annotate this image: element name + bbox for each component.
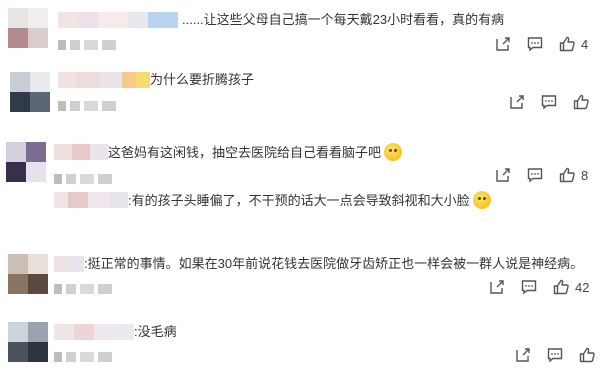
- emoji-icon: [472, 191, 491, 209]
- avatar[interactable]: [6, 142, 46, 182]
- comment-actions: 4: [494, 34, 588, 54]
- comment-item: 为什么要折腾孩子: [0, 62, 600, 122]
- like-count: 4: [581, 36, 589, 52]
- comment-meta-blurred: [58, 40, 118, 50]
- comment-actions: 42: [488, 277, 589, 297]
- username-blurred[interactable]: [54, 144, 108, 160]
- comment-meta-blurred: [58, 101, 118, 111]
- comment-text: :没毛病: [134, 324, 177, 339]
- comment-meta-blurred: [54, 284, 114, 294]
- comment-item: 这爸妈有这闲钱，抽空去医院给自己看看脑子吧 8 :有的孩子头睡偏了，不干预的话大…: [0, 134, 600, 234]
- reply-item: :有的孩子头睡偏了，不干预的话大一点会导致斜视和大小脸: [54, 190, 491, 218]
- username-blurred[interactable]: [58, 12, 178, 28]
- username-blurred[interactable]: [58, 72, 150, 88]
- comment-text: :挺正常的事情。如果在30年前说花钱去医院做牙齿矫正也一样会被一群人说是神经病。: [84, 256, 584, 271]
- like-icon[interactable]: [578, 346, 596, 364]
- comment-item: ......让这些父母自己搞一个每天戴23小时看看，真的有病 4: [0, 0, 600, 60]
- share-icon[interactable]: [494, 166, 512, 184]
- share-icon[interactable]: [514, 346, 532, 364]
- emoji-icon: [384, 143, 403, 161]
- share-icon[interactable]: [488, 278, 506, 296]
- comment-text: 这爸妈有这闲钱，抽空去医院给自己看看脑子吧: [108, 143, 403, 162]
- comment-icon[interactable]: [520, 278, 538, 296]
- comment-actions: [508, 92, 595, 112]
- comment-meta-blurred: [54, 352, 114, 362]
- like-icon[interactable]: [558, 35, 576, 53]
- comment-icon[interactable]: [546, 346, 564, 364]
- comment-icon[interactable]: [540, 93, 558, 111]
- comment-item: :挺正常的事情。如果在30年前说花钱去医院做牙齿矫正也一样会被一群人说是神经病。…: [0, 246, 600, 306]
- avatar[interactable]: [8, 322, 48, 362]
- avatar[interactable]: [10, 72, 50, 112]
- comment-text: 为什么要折腾孩子: [150, 72, 255, 87]
- reply-username-blurred[interactable]: [54, 192, 128, 208]
- comment-icon[interactable]: [526, 166, 544, 184]
- like-icon[interactable]: [558, 166, 576, 184]
- avatar[interactable]: [8, 8, 48, 48]
- like-count: 8: [581, 167, 589, 183]
- share-icon[interactable]: [508, 93, 526, 111]
- comment-text: ......让这些父母自己搞一个每天戴23小时看看，真的有病: [182, 12, 505, 27]
- like-count: 42: [575, 279, 590, 295]
- like-icon[interactable]: [572, 93, 590, 111]
- avatar[interactable]: [8, 254, 48, 294]
- comment-icon[interactable]: [526, 35, 544, 53]
- comment-meta-blurred: [54, 174, 114, 184]
- username-blurred[interactable]: [54, 256, 84, 272]
- like-icon[interactable]: [552, 278, 570, 296]
- comment-actions: [514, 345, 600, 365]
- reply-text: :有的孩子头睡偏了，不干预的话大一点会导致斜视和大小脸: [128, 191, 491, 210]
- share-icon[interactable]: [494, 35, 512, 53]
- comment-actions: 8: [494, 165, 588, 185]
- comment-item: :没毛病: [0, 316, 600, 376]
- username-blurred[interactable]: [54, 324, 134, 340]
